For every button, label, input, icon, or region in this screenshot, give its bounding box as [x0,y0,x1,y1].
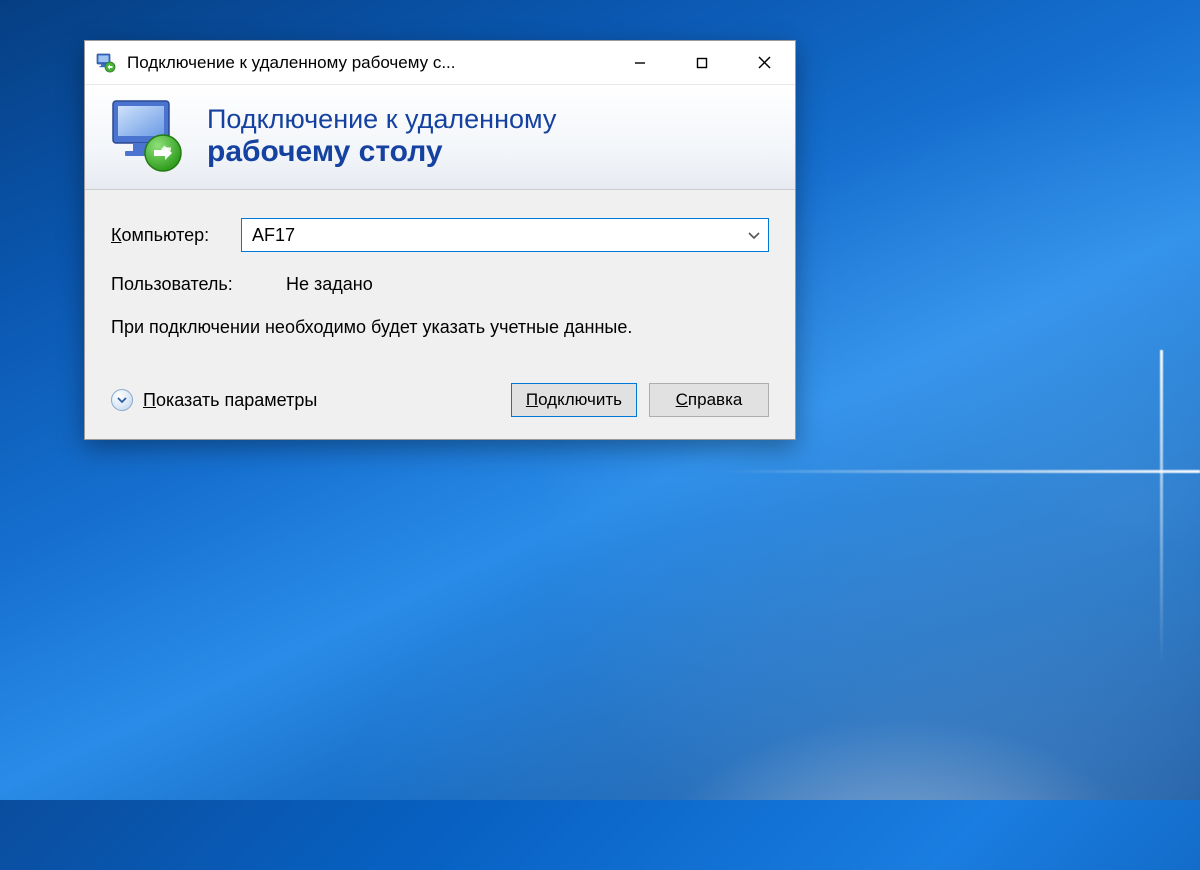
maximize-button[interactable] [671,41,733,84]
minimize-button[interactable] [609,41,671,84]
computer-input[interactable] [252,225,740,246]
rdp-app-icon [95,52,117,74]
banner: Подключение к удаленному рабочему столу [85,85,795,190]
show-options-label: Показать параметры [143,390,317,411]
window-controls [609,41,795,84]
user-value: Не задано [286,274,373,295]
credentials-hint: При подключении необходимо будет указать… [111,315,671,339]
computer-combobox[interactable] [241,218,769,252]
connect-button[interactable]: Подключить [511,383,637,417]
titlebar[interactable]: Подключение к удаленному рабочему с... [85,41,795,85]
connect-button-label: Подключить [526,390,622,410]
banner-title-line1: Подключение к удаленному [207,105,556,135]
rdp-banner-icon [107,97,187,177]
window-title: Подключение к удаленному рабочему с... [127,53,609,73]
help-button[interactable]: Справка [649,383,769,417]
help-button-label: Справка [676,390,743,410]
dialog-body: Компьютер: Пользователь: Не задано При п… [85,190,795,439]
rdp-window: Подключение к удаленному рабочему с... [84,40,796,440]
banner-title-line2: рабочему столу [207,135,556,170]
show-options-toggle[interactable]: Показать параметры [111,389,499,411]
chevron-down-icon[interactable] [740,228,760,243]
user-label: Пользователь: [111,274,286,295]
computer-label: Компьютер: [111,225,241,246]
chevron-down-circle-icon [111,389,133,411]
close-button[interactable] [733,41,795,84]
